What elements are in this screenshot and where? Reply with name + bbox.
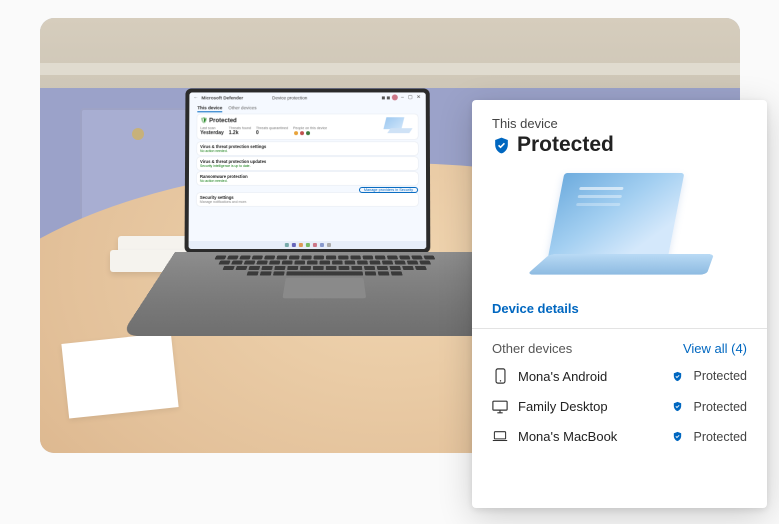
taskbar-start-icon[interactable] <box>284 243 288 247</box>
device-status: Protected <box>693 430 747 444</box>
this-device-label: This device <box>492 116 747 131</box>
device-status: Protected <box>693 400 747 414</box>
user-avatar-icon[interactable] <box>392 94 398 100</box>
taskbar-app-icon[interactable] <box>305 243 309 247</box>
device-list: Mona's Android Protected Family Desktop … <box>492 368 747 444</box>
laptop-keyboard <box>121 252 527 336</box>
shield-check-icon <box>672 371 683 382</box>
window-minimize-button[interactable]: – <box>400 94 405 100</box>
taskbar-app-icon[interactable] <box>298 243 302 247</box>
window-maximize-button[interactable]: ▢ <box>407 94 414 100</box>
section-virus-protection-updates[interactable]: Virus & threat protection updates Securi… <box>197 157 418 170</box>
page-title: Device protection <box>272 95 307 100</box>
monitor-icon <box>492 400 508 414</box>
app-titlebar: ← Microsoft Defender Device protection ⟳… <box>189 92 425 102</box>
tabs-row: This device Other devices <box>197 105 417 112</box>
view-all-link[interactable]: View all (4) <box>683 341 747 356</box>
metric-threats-quarantined: Threats quarantined 0 <box>256 126 288 136</box>
laptop-screen-bezel: ← Microsoft Defender Device protection ⟳… <box>185 88 431 253</box>
divider <box>472 328 767 329</box>
laptop-device: ← Microsoft Defender Device protection ⟳… <box>175 88 495 368</box>
section-virus-protection-settings[interactable]: Virus & threat protection settings No ac… <box>197 142 418 155</box>
shield-check-icon <box>672 401 683 412</box>
status-main-label: Protected <box>209 118 237 124</box>
metric-people: People on this device <box>293 126 327 136</box>
device-name: Mona's MacBook <box>518 429 662 444</box>
help-icon[interactable]: … <box>387 96 390 99</box>
taskbar-app-icon[interactable] <box>312 243 316 247</box>
back-arrow-icon[interactable]: ← <box>193 94 198 100</box>
shield-check-icon: 🛡 <box>200 118 208 124</box>
defender-app-window: ← Microsoft Defender Device protection ⟳… <box>189 92 427 249</box>
metric-threats-found: Threats found 1.2k <box>229 126 251 136</box>
device-hero-illustration <box>490 169 749 299</box>
device-list-item[interactable]: Mona's Android Protected <box>492 368 747 384</box>
other-devices-label: Other devices <box>492 341 572 356</box>
device-illustration-icon <box>385 117 415 137</box>
laptop-icon <box>492 430 508 443</box>
manage-providers-button[interactable]: Manage providers in Security <box>359 187 418 193</box>
device-name: Mona's Android <box>518 369 662 384</box>
shield-check-icon <box>672 431 683 442</box>
device-name: Family Desktop <box>518 399 662 414</box>
tab-other-devices[interactable]: Other devices <box>228 105 256 112</box>
protected-status-label: Protected <box>517 133 614 157</box>
backsplash <box>40 63 740 75</box>
taskbar-app-icon[interactable] <box>326 243 330 247</box>
laptop-trackpad <box>282 278 366 299</box>
section-ransomware-protection[interactable]: Ransomware protection No action needed. <box>197 172 418 185</box>
metric-last-scan: Last scan Yesterday <box>200 126 224 136</box>
device-status: Protected <box>693 369 747 383</box>
phone-icon <box>492 368 508 384</box>
status-summary-card: 🛡 Protected Last scan Yesterday Threats <box>197 114 418 139</box>
device-list-item[interactable]: Mona's MacBook Protected <box>492 429 747 444</box>
device-list-item[interactable]: Family Desktop Protected <box>492 399 747 414</box>
window-close-button[interactable]: ✕ <box>416 94 422 100</box>
paper-stack <box>61 332 178 418</box>
tab-this-device[interactable]: This device <box>197 105 222 112</box>
taskbar-app-icon[interactable] <box>291 243 295 247</box>
taskbar-app-icon[interactable] <box>319 243 323 247</box>
windows-taskbar <box>189 241 427 249</box>
app-title: Microsoft Defender <box>201 95 243 100</box>
shield-check-icon <box>492 136 511 155</box>
avatar-icon <box>305 130 311 136</box>
sync-icon[interactable]: ⟳ <box>382 96 385 99</box>
device-details-link[interactable]: Device details <box>492 301 747 316</box>
section-security-settings[interactable]: Security settings Manage notifications a… <box>197 193 418 206</box>
device-protection-popup: This device Protected Device details Oth… <box>472 100 767 508</box>
